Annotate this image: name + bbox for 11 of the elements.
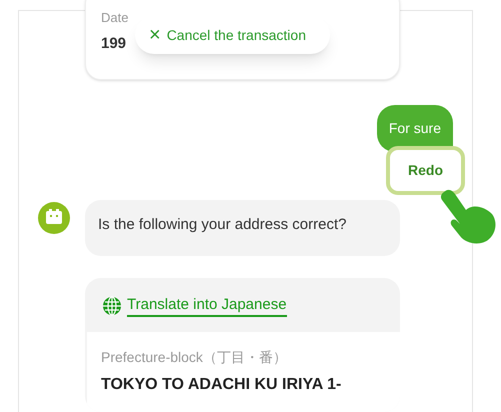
field-value: TOKYO TO ADACHI KU IRIYA 1-: [101, 377, 342, 393]
globe-icon: [102, 296, 122, 316]
robot-avatar-icon: [38, 202, 70, 234]
cancel-transaction-button[interactable]: × Cancel the transaction: [135, 16, 330, 54]
date-value: 199: [101, 36, 128, 51]
close-icon: ×: [149, 25, 161, 45]
translate-link[interactable]: Translate into Japanese: [127, 295, 287, 317]
date-label: Date: [101, 11, 130, 24]
redo-button[interactable]: Redo: [386, 146, 465, 195]
field-label: Prefecture-block（丁目・番）: [101, 350, 288, 364]
bot-message-bubble: Is the following your address correct?: [85, 200, 400, 256]
